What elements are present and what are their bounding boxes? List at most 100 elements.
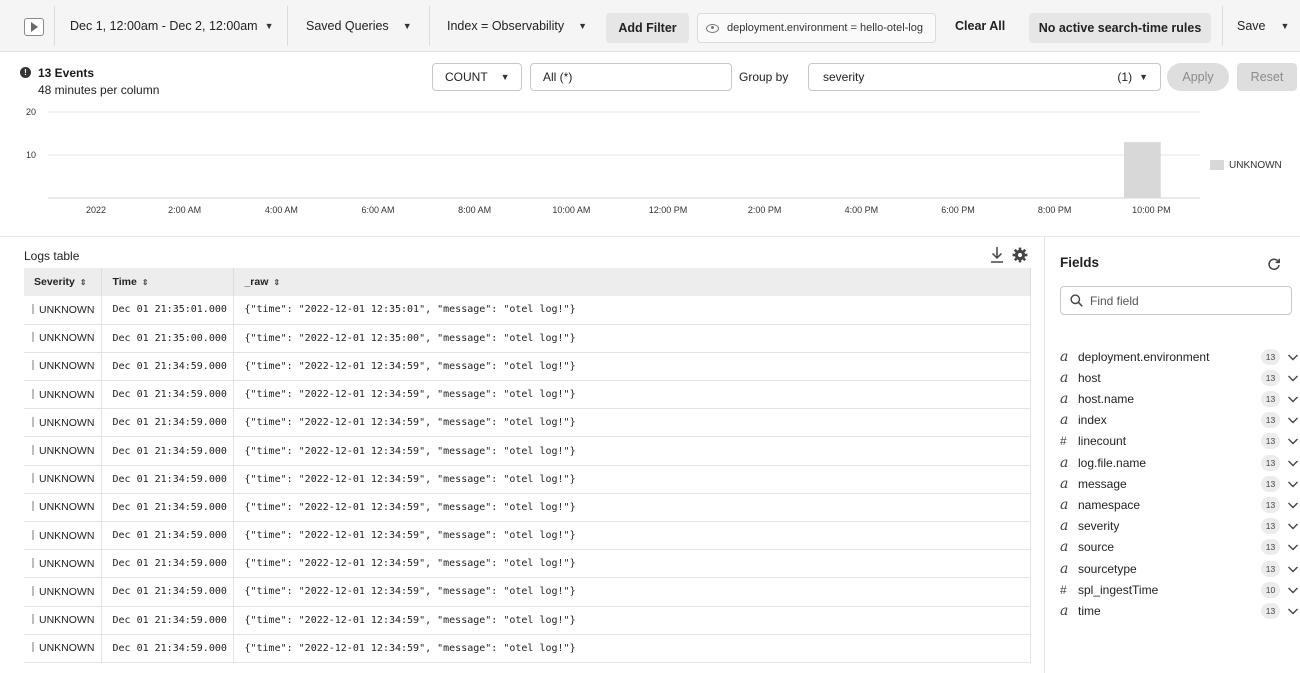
chevron-down-icon[interactable] xyxy=(1286,371,1300,385)
fields-panel: Fields Find field a deployment.environmen… xyxy=(1044,237,1300,673)
severity-indicator xyxy=(32,585,34,596)
chevron-down-icon[interactable] xyxy=(1286,456,1300,470)
chevron-down-icon[interactable] xyxy=(1286,519,1300,533)
chevron-down-icon[interactable] xyxy=(1286,583,1300,597)
field-name: sourcetype xyxy=(1078,561,1137,576)
field-item[interactable]: a time 13 xyxy=(1060,600,1300,621)
chevron-down-icon[interactable] xyxy=(1286,604,1300,618)
severity-indicator xyxy=(32,416,34,427)
time-cell: Dec 01 21:34:59.000 xyxy=(101,352,235,382)
table-row[interactable]: UNKNOWN Dec 01 21:34:59.000 {"time": "2022… xyxy=(24,352,1031,382)
table-row[interactable]: UNKNOWN Dec 01 21:35:01.000 {"time": "2022… xyxy=(24,296,1031,325)
x-tick-label: 8:00 AM xyxy=(458,205,491,215)
severity-value: UNKNOWN xyxy=(39,642,95,655)
time-range-picker[interactable]: Dec 1, 12:00am - Dec 2, 12:00am ▼ xyxy=(70,6,274,46)
table-row[interactable]: UNKNOWN Dec 01 21:34:59.000 {"time": "2022… xyxy=(24,577,1031,607)
x-tick-label: 12:00 PM xyxy=(649,205,688,215)
eye-icon[interactable] xyxy=(706,23,719,33)
time-range-label: Dec 1, 12:00am - Dec 2, 12:00am xyxy=(70,19,258,33)
save-label: Save xyxy=(1237,19,1266,33)
field-count-badge: 13 xyxy=(1261,454,1280,471)
table-row[interactable]: UNKNOWN Dec 01 21:34:59.000 {"time": "2022… xyxy=(24,493,1031,523)
field-name: linecount xyxy=(1078,434,1127,449)
index-filter-dropdown[interactable]: Index = Observability ▼ xyxy=(447,6,587,46)
severity-value: UNKNOWN xyxy=(39,303,95,316)
refresh-icon[interactable] xyxy=(1267,257,1281,271)
download-icon[interactable] xyxy=(989,246,1005,264)
raw-cell: {"time": "2022-12-01 12:34:59", "message… xyxy=(233,549,1031,579)
field-item[interactable]: a log.file.name 13 xyxy=(1060,452,1300,473)
severity-value: UNKNOWN xyxy=(39,585,95,598)
table-row[interactable]: UNKNOWN Dec 01 21:35:00.000 {"time": "2022… xyxy=(24,324,1031,353)
time-cell: Dec 01 21:34:59.000 xyxy=(101,634,235,663)
chevron-down-icon[interactable] xyxy=(1286,392,1300,406)
histogram-bar[interactable] xyxy=(1124,142,1161,198)
x-tick-label: 4:00 AM xyxy=(265,205,298,215)
column-label: Time xyxy=(112,276,137,288)
saved-queries-dropdown[interactable]: Saved Queries ▼ xyxy=(306,6,412,46)
chevron-down-icon[interactable] xyxy=(1286,562,1300,576)
severity-cell: UNKNOWN xyxy=(24,465,103,494)
info-icon: ! xyxy=(20,67,31,78)
aggregate-field-input[interactable]: All (*) xyxy=(530,63,732,91)
group-by-select[interactable]: severity (1) ▼ xyxy=(808,63,1161,91)
field-item[interactable]: # spl_ingestTime 10 xyxy=(1060,579,1300,600)
field-item[interactable]: a message 13 xyxy=(1060,473,1300,494)
chevron-down-icon[interactable] xyxy=(1286,498,1300,512)
table-row[interactable]: UNKNOWN Dec 01 21:34:59.000 {"time": "2022… xyxy=(24,408,1031,438)
search-time-rules-button[interactable]: No active search-time rules xyxy=(1029,13,1211,43)
severity-cell: UNKNOWN xyxy=(24,634,103,663)
column-header-raw[interactable]: _raw ⇕ xyxy=(233,268,1031,296)
severity-cell: UNKNOWN xyxy=(24,577,103,607)
chevron-down-icon[interactable] xyxy=(1286,540,1300,554)
field-item[interactable]: a namespace 13 xyxy=(1060,494,1300,515)
time-cell: Dec 01 21:34:59.000 xyxy=(101,408,235,438)
chevron-down-icon[interactable] xyxy=(1286,413,1300,427)
severity-cell: UNKNOWN xyxy=(24,521,103,551)
table-row[interactable]: UNKNOWN Dec 01 21:34:59.000 {"time": "2022… xyxy=(24,465,1031,494)
field-count-badge: 10 xyxy=(1261,581,1280,598)
field-item[interactable]: a index 13 xyxy=(1060,410,1300,431)
table-row[interactable]: UNKNOWN Dec 01 21:34:59.000 {"time": "2022… xyxy=(24,549,1031,579)
clear-all-button[interactable]: Clear All xyxy=(955,6,1005,46)
raw-cell: {"time": "2022-12-01 12:34:59", "message… xyxy=(233,436,1031,466)
severity-indicator xyxy=(32,529,34,540)
add-filter-button[interactable]: Add Filter xyxy=(606,13,689,43)
raw-cell: {"time": "2022-12-01 12:34:59", "message… xyxy=(233,352,1031,382)
reset-button[interactable]: Reset xyxy=(1237,63,1297,91)
field-item[interactable]: a severity 13 xyxy=(1060,516,1300,537)
time-cell: Dec 01 21:34:59.000 xyxy=(101,577,235,607)
table-row[interactable]: UNKNOWN Dec 01 21:34:59.000 {"time": "2022… xyxy=(24,634,1031,663)
table-row[interactable]: UNKNOWN Dec 01 21:34:59.000 {"time": "2022… xyxy=(24,436,1031,466)
field-name: severity xyxy=(1078,519,1120,534)
find-field-input[interactable]: Find field xyxy=(1060,286,1292,315)
field-item[interactable]: a deployment.environment 13 xyxy=(1060,346,1300,367)
column-header-severity[interactable]: Severity ⇕ xyxy=(24,268,103,296)
severity-cell: UNKNOWN xyxy=(24,296,103,325)
table-row[interactable]: UNKNOWN Dec 01 21:34:59.000 {"time": "2022… xyxy=(24,521,1031,551)
time-cell: Dec 01 21:34:59.000 xyxy=(101,436,235,466)
field-item[interactable]: a source 13 xyxy=(1060,537,1300,558)
chevron-down-icon[interactable] xyxy=(1286,434,1300,448)
field-item[interactable]: a host 13 xyxy=(1060,367,1300,388)
run-query-button[interactable] xyxy=(24,18,44,36)
field-count-badge: 13 xyxy=(1261,348,1280,365)
gear-icon[interactable] xyxy=(1012,247,1028,263)
query-toolbar: Dec 1, 12:00am - Dec 2, 12:00am ▼ Saved Q… xyxy=(0,0,1300,52)
chevron-down-icon[interactable] xyxy=(1286,477,1300,491)
column-header-time[interactable]: Time ⇕ xyxy=(101,268,235,296)
table-header-row: Severity ⇕ Time ⇕ _raw ⇕ xyxy=(24,268,1031,296)
severity-indicator xyxy=(32,303,34,314)
apply-button[interactable]: Apply xyxy=(1167,63,1229,91)
field-item[interactable]: a host.name 13 xyxy=(1060,388,1300,409)
table-row[interactable]: UNKNOWN Dec 01 21:34:59.000 {"time": "2022… xyxy=(24,380,1031,410)
field-item[interactable]: a sourcetype 13 xyxy=(1060,558,1300,579)
chevron-down-icon[interactable] xyxy=(1286,350,1300,364)
aggregate-select[interactable]: COUNT ▼ xyxy=(432,63,522,91)
x-tick-label: 4:00 PM xyxy=(845,205,879,215)
table-row[interactable]: UNKNOWN Dec 01 21:34:59.000 {"time": "2022… xyxy=(24,606,1031,635)
field-name: host xyxy=(1078,370,1101,385)
filter-pill[interactable]: deployment.environment = hello-otel-log xyxy=(697,13,936,43)
field-item[interactable]: # linecount 13 xyxy=(1060,431,1300,452)
save-dropdown[interactable]: Save ▼ xyxy=(1237,6,1289,46)
